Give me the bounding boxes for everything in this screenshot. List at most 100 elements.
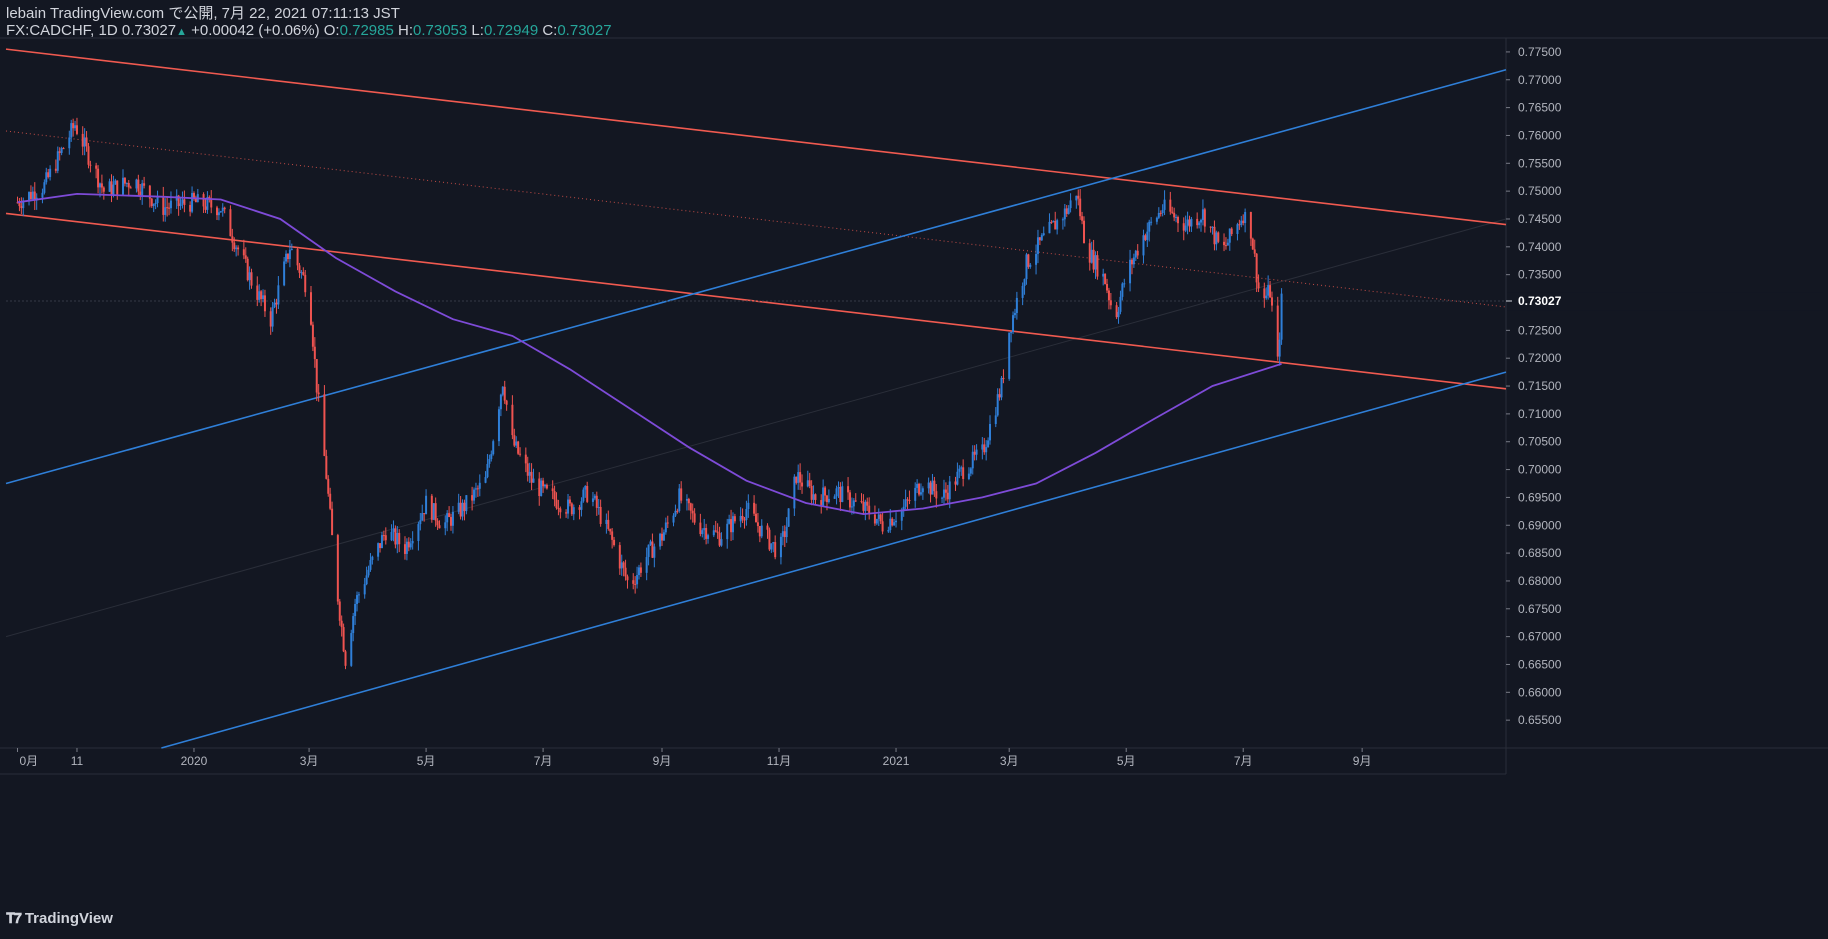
candle-body <box>384 535 387 541</box>
candle-body <box>363 584 366 595</box>
candle-body <box>490 454 493 460</box>
candle-body <box>607 519 610 529</box>
y-tick-label: 0.74500 <box>1518 212 1562 226</box>
candle-body <box>1063 208 1066 220</box>
candle-body <box>935 491 938 499</box>
candle-body <box>801 482 804 487</box>
x-tick-label: 5月 <box>1117 754 1136 768</box>
candle-body <box>164 207 167 215</box>
candle-body <box>438 525 441 529</box>
candle-body <box>263 295 266 312</box>
candle-body <box>1146 231 1149 240</box>
candle-body <box>918 483 921 495</box>
candle-body <box>85 137 88 147</box>
candle-body <box>461 502 464 517</box>
candle-body <box>931 480 934 495</box>
candle-body <box>981 444 984 450</box>
candle-body <box>1255 253 1258 283</box>
candle-body <box>864 501 867 511</box>
price-chart[interactable]: 0.77500 0.77000 0.76500 0.76000 0.75500 0.750… <box>0 0 1828 939</box>
candle-body <box>47 172 50 177</box>
candle-body <box>1196 218 1199 226</box>
candle-body <box>315 359 318 393</box>
y-tick-label: 0.66500 <box>1518 657 1562 671</box>
candle-body <box>223 207 226 210</box>
candle-body <box>904 499 907 507</box>
candle-body <box>833 496 836 499</box>
candle-body <box>636 575 639 585</box>
candle-body <box>651 541 654 558</box>
candle-body <box>215 207 218 216</box>
x-tick-label: 7月 <box>534 754 553 768</box>
y-tick-label: 0.71000 <box>1518 407 1562 421</box>
candle-body <box>125 183 128 185</box>
candle-body <box>273 302 276 308</box>
candle-body <box>221 207 224 212</box>
y-tick-label: 0.68000 <box>1518 574 1562 588</box>
candle-body <box>74 125 77 129</box>
candle-body <box>745 508 748 520</box>
candle-body <box>1249 212 1252 239</box>
candle-body <box>394 528 397 545</box>
y-tick-label: 0.75500 <box>1518 156 1562 170</box>
candle-body <box>354 603 357 617</box>
candle-body <box>127 183 130 188</box>
candle-body <box>283 261 286 286</box>
candle-body <box>1157 212 1160 218</box>
trendline-red-1 <box>5 48 1507 226</box>
candle-body <box>620 562 623 569</box>
tradingview-footer[interactable]: 𝐓𝟕 TradingView <box>6 910 113 927</box>
candle-body <box>519 453 522 455</box>
candle-body <box>1142 235 1145 256</box>
last-price-tag: 0.73027 <box>1518 294 1562 308</box>
candle-body <box>1242 220 1245 224</box>
candle-body <box>1201 209 1204 220</box>
y-tick-label: 0.66000 <box>1518 685 1562 699</box>
candle-body <box>75 125 78 134</box>
candle-body <box>277 285 280 305</box>
candle-body <box>795 476 798 483</box>
candle-body <box>578 507 581 510</box>
candle-body <box>962 467 965 479</box>
candle-body <box>1267 285 1270 296</box>
candle-body <box>983 444 986 453</box>
candle-body <box>110 181 113 196</box>
candle-body <box>465 495 468 512</box>
candle-body <box>1144 235 1147 240</box>
open-label: O: <box>323 22 340 39</box>
candle-body <box>973 451 976 455</box>
x-tick-label: 2020 <box>181 754 208 768</box>
candle-body <box>785 526 788 538</box>
candle-body <box>327 478 330 494</box>
candle-body <box>309 292 312 325</box>
candle-body <box>1069 200 1072 209</box>
candle-body <box>919 492 922 495</box>
author-name[interactable]: lebain <box>6 5 46 22</box>
candle-body <box>989 423 992 441</box>
y-tick-label: 0.69000 <box>1518 518 1562 532</box>
candle-body <box>1056 220 1059 230</box>
candle-body <box>81 133 84 147</box>
candle-body <box>622 562 625 568</box>
candle-body <box>1236 224 1239 234</box>
candle-body <box>451 511 454 526</box>
candle-body <box>396 532 399 545</box>
candle-body <box>98 183 101 188</box>
candle-body <box>338 601 341 621</box>
candle-body <box>672 515 675 523</box>
candle-body <box>1067 208 1070 214</box>
y-tick-label: 0.68500 <box>1518 546 1562 560</box>
candle-body <box>123 177 126 184</box>
candle-body <box>969 468 972 474</box>
candle-body <box>323 394 326 456</box>
candle-body <box>1280 293 1283 340</box>
candle-body <box>653 546 656 558</box>
candle-body <box>1200 219 1203 223</box>
candle-body <box>714 530 717 532</box>
symbol-label[interactable]: FX:CADCHF, 1D <box>6 22 118 39</box>
candle-body <box>760 525 763 537</box>
candle-body <box>511 404 514 436</box>
candle-body <box>317 392 320 395</box>
candle-body <box>827 498 830 503</box>
y-tick-label: 0.77000 <box>1518 73 1562 87</box>
